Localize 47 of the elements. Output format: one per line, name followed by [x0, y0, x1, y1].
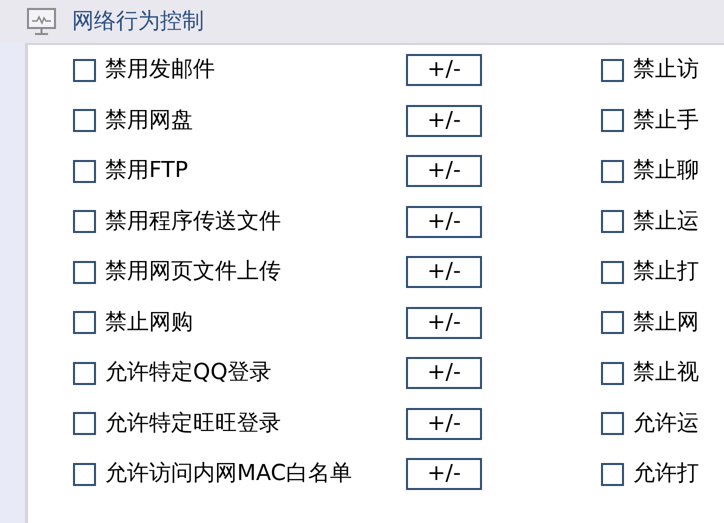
option-label: 禁用程序传送文件	[105, 210, 281, 233]
option-label: 禁止视	[633, 362, 699, 384]
option-label: 禁止访	[633, 59, 699, 82]
option-label: 禁止聊	[633, 160, 699, 182]
add-remove-button[interactable]: +/-	[406, 104, 482, 137]
checkbox[interactable]	[73, 58, 96, 82]
option-label: 禁止网	[633, 312, 699, 334]
checkbox[interactable]	[601, 109, 624, 132]
checkbox[interactable]	[601, 260, 624, 284]
add-remove-button[interactable]: +/-	[406, 256, 482, 288]
checkbox[interactable]	[601, 210, 624, 234]
option-label: 允许运	[633, 412, 699, 435]
add-remove-button[interactable]: +/-	[406, 155, 482, 188]
checkbox[interactable]	[73, 109, 96, 132]
option-label: 允许访问内网MAC白名单	[105, 463, 352, 486]
checkbox[interactable]	[601, 362, 624, 385]
add-remove-button[interactable]: +/-	[406, 357, 482, 390]
checkbox[interactable]	[601, 311, 624, 334]
checkbox[interactable]	[73, 362, 96, 385]
checkbox[interactable]	[73, 210, 96, 234]
checkbox[interactable]	[73, 160, 96, 183]
option-label: 禁止打	[633, 261, 699, 284]
section-title: 网络行为控制	[72, 8, 204, 36]
option-label: 禁用FTP	[105, 160, 188, 182]
checkbox[interactable]	[73, 462, 96, 486]
option-label: 允许特定QQ登录	[105, 362, 272, 384]
option-label: 禁止手	[633, 110, 699, 132]
option-label: 禁止网购	[105, 312, 193, 334]
option-label: 允许打	[633, 463, 699, 486]
option-label: 禁用网页文件上传	[105, 261, 281, 284]
checkbox[interactable]	[601, 412, 624, 436]
add-remove-button[interactable]: +/-	[406, 408, 482, 440]
option-label: 禁用发邮件	[105, 59, 215, 82]
checkbox[interactable]	[73, 311, 96, 334]
checkbox[interactable]	[73, 260, 96, 284]
monitor-icon	[27, 8, 56, 36]
add-remove-button[interactable]: +/-	[406, 306, 482, 339]
checkbox[interactable]	[73, 412, 96, 436]
option-label: 禁用网盘	[105, 110, 193, 132]
checkbox[interactable]	[601, 462, 624, 486]
add-remove-button[interactable]: +/-	[406, 206, 482, 238]
add-remove-button[interactable]: +/-	[406, 458, 482, 490]
checkbox[interactable]	[601, 160, 624, 183]
checkbox[interactable]	[601, 58, 624, 82]
add-remove-button[interactable]: +/-	[406, 54, 482, 86]
option-label: 禁止运	[633, 210, 699, 233]
option-label: 允许特定旺旺登录	[105, 412, 281, 435]
